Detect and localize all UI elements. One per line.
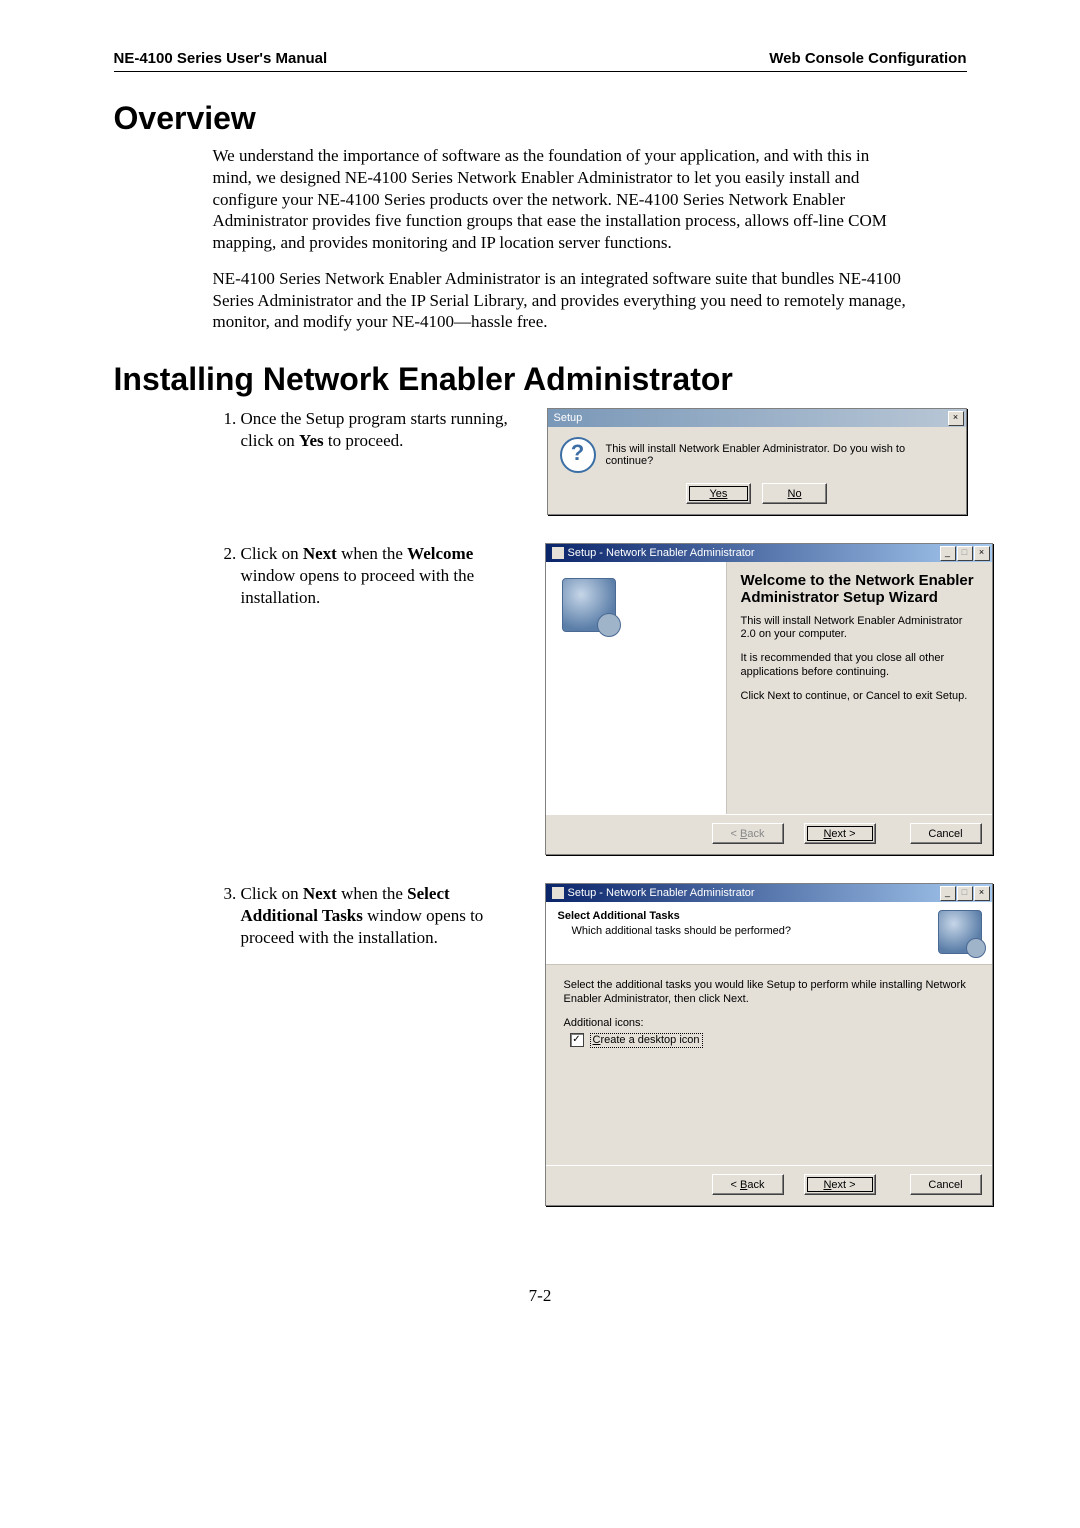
additional-tasks-dialog: Setup - Network Enabler Administrator _ …: [545, 883, 993, 1206]
step2-b: Next: [303, 544, 337, 563]
tasks-title: Setup - Network Enabler Administrator: [568, 884, 755, 902]
step1-bold: Yes: [299, 431, 324, 450]
tasks-titlebar: Setup - Network Enabler Administrator _ …: [546, 884, 992, 902]
setup-confirm-message: This will install Network Enabler Admini…: [606, 437, 954, 467]
desktop-icon-checkbox[interactable]: ✓: [570, 1033, 584, 1047]
page-number: 7-2: [114, 1286, 967, 1306]
step2-a: Click on: [241, 544, 303, 563]
tasks-group-label: Additional icons:: [564, 1017, 974, 1029]
overview-paragraph-1: We understand the importance of software…: [213, 145, 913, 254]
app-icon: [552, 887, 564, 899]
welcome-wizard-dialog: Setup - Network Enabler Administrator _ …: [545, 543, 993, 855]
cancel-button[interactable]: Cancel: [910, 1174, 982, 1195]
running-header-left: NE-4100 Series User's Manual: [114, 50, 328, 67]
back-label: ack: [747, 1179, 764, 1191]
step1-text-part2: to proceed.: [324, 431, 404, 450]
step3-b: Next: [303, 884, 337, 903]
setup-confirm-dialog: Setup × ? This will install Network Enab…: [547, 408, 967, 515]
yes-button-label: Yes: [709, 488, 727, 500]
step2-text: Click on Next when the Welcome window op…: [241, 543, 521, 608]
close-icon[interactable]: ×: [974, 886, 990, 901]
yes-button[interactable]: Yes: [686, 483, 751, 504]
minimize-icon[interactable]: _: [940, 886, 956, 901]
welcome-titlebar: Setup - Network Enabler Administrator _ …: [546, 544, 992, 562]
step3-text: Click on Next when the Select Additional…: [241, 883, 521, 948]
install-step-2: Click on Next when the Welcome window op…: [241, 543, 967, 855]
welcome-title: Setup - Network Enabler Administrator: [568, 544, 755, 562]
wizard-text-3: Click Next to continue, or Cancel to exi…: [741, 690, 978, 704]
no-button-label: No: [788, 488, 802, 500]
desktop-icon-checkbox-label[interactable]: Create a desktop icon: [590, 1033, 703, 1048]
back-lt: <: [731, 1179, 740, 1191]
setup-confirm-title: Setup: [554, 409, 583, 427]
running-header-right: Web Console Configuration: [769, 50, 966, 67]
wizard-text-2: It is recommended that you close all oth…: [741, 652, 978, 680]
step3-a: Click on: [241, 884, 303, 903]
maximize-icon: □: [957, 546, 973, 561]
running-header: NE-4100 Series User's Manual Web Console…: [114, 50, 967, 72]
install-step-1: Once the Setup program starts running, c…: [241, 408, 967, 515]
tasks-lead-text: Select the additional tasks you would li…: [564, 979, 974, 1007]
wizard-text-1: This will install Network Enabler Admini…: [741, 615, 978, 643]
back-button[interactable]: < Back: [712, 1174, 784, 1195]
maximize-icon: □: [957, 886, 973, 901]
wizard-heading: Welcome to the Network Enabler Administr…: [741, 572, 978, 607]
next-label: ext >: [831, 1179, 855, 1191]
step2-c: when the: [337, 544, 407, 563]
step2-d: Welcome: [407, 544, 473, 563]
question-icon: ?: [560, 437, 596, 473]
close-icon[interactable]: ×: [948, 411, 964, 426]
minimize-icon[interactable]: _: [940, 546, 956, 561]
wizard-icon: [562, 578, 616, 632]
overview-paragraph-2: NE-4100 Series Network Enabler Administr…: [213, 268, 913, 333]
tasks-header-title: Select Additional Tasks: [558, 910, 792, 922]
cancel-button[interactable]: Cancel: [910, 823, 982, 844]
checkbox-label-rest: reate a desktop icon: [600, 1034, 699, 1046]
wizard-icon: [938, 910, 982, 954]
next-label: ext >: [831, 828, 855, 840]
next-button[interactable]: Next >: [804, 1174, 876, 1195]
close-icon[interactable]: ×: [974, 546, 990, 561]
install-step-3: Click on Next when the Select Additional…: [241, 883, 967, 1206]
back-label: ack: [747, 828, 764, 840]
tasks-header-subtitle: Which additional tasks should be perform…: [572, 925, 792, 937]
wizard-side-panel: [546, 562, 727, 814]
step1-text: Once the Setup program starts running, c…: [241, 408, 521, 452]
section-title-installing: Installing Network Enabler Administrator: [114, 361, 967, 398]
app-icon: [552, 547, 564, 559]
back-button: < Back: [712, 823, 784, 844]
no-button[interactable]: No: [762, 483, 827, 504]
setup-confirm-titlebar: Setup ×: [548, 409, 966, 427]
step3-c: when the: [337, 884, 407, 903]
step2-e: window opens to proceed with the install…: [241, 566, 475, 607]
section-title-overview: Overview: [114, 100, 967, 137]
next-button[interactable]: Next >: [804, 823, 876, 844]
